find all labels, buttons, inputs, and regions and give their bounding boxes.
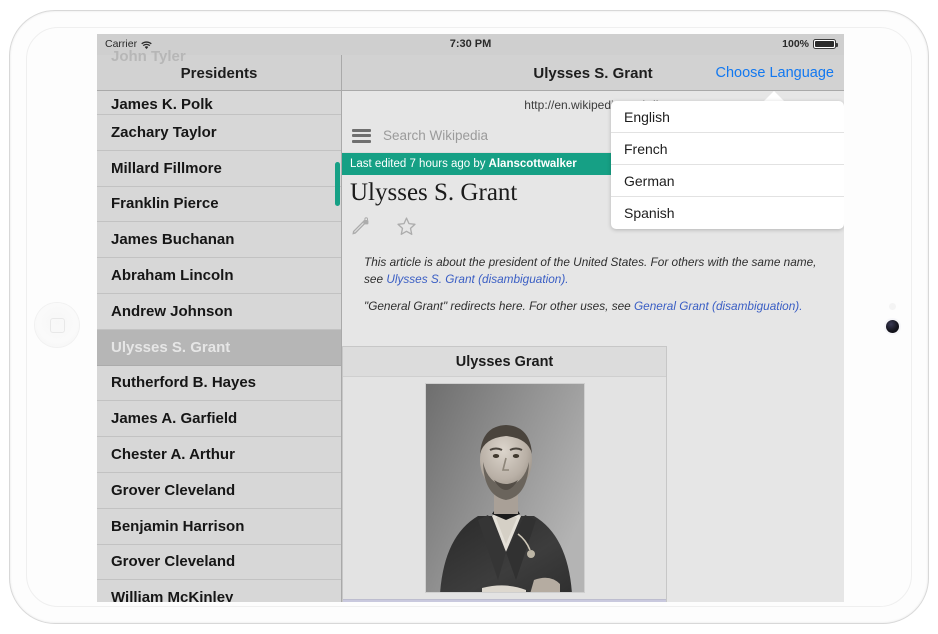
home-button-square-icon [49,317,65,333]
star-icon[interactable] [396,216,417,242]
language-option-french[interactable]: French [611,133,844,165]
hatnote-2-link[interactable]: General Grant (disambiguation). [634,299,803,313]
hatnotes: This article is about the president of t… [364,254,834,315]
list-item-label: Grover Cleveland [111,553,236,571]
list-item-label: Franklin Pierce [111,195,219,213]
language-option-spanish[interactable]: Spanish [611,197,844,229]
list-item-label: Grover Cleveland [111,481,236,499]
list-item[interactable]: Andrew Johnson [97,294,341,330]
presidents-list[interactable]: James K. Polk Zachary Taylor Millard Fil… [97,91,342,602]
home-button[interactable] [35,303,79,347]
hatnote-row: "General Grant" redirects here. For othe… [364,298,834,315]
last-edited-username[interactable]: Alanscottwalker [489,158,577,170]
list-item-label: James K. Polk [111,96,213,113]
hatnote-1-link[interactable]: Ulysses S. Grant (disambiguation). [386,272,568,286]
master-nav-bar: John Tyler Presidents [97,48,342,91]
list-item-selected[interactable]: Ulysses S. Grant [97,329,341,366]
list-item-label: Zachary Taylor [111,123,217,141]
search-input[interactable]: Search Wikipedia [383,128,488,143]
list-item[interactable]: William McKinley [97,580,341,602]
language-option-label: German [624,172,675,189]
list-item-label: Abraham Lincoln [111,267,234,285]
list-item[interactable]: Grover Cleveland [97,473,341,509]
list-item-label: James Buchanan [111,231,235,249]
language-option-english[interactable]: English [611,101,844,133]
list-item-label: Rutherford B. Hayes [111,374,257,392]
status-bar-time: 7:30 PM [449,38,492,50]
front-camera [886,320,899,333]
list-item[interactable]: Grover Cleveland [97,545,341,581]
list-item[interactable]: James Buchanan [97,222,341,259]
scroll-ghost-row-label: John Tyler [111,48,186,65]
list-item-label: Millard Fillmore [111,159,222,177]
ambient-light-sensor [889,303,896,310]
hamburger-menu-icon[interactable] [352,128,371,143]
list-item[interactable]: Abraham Lincoln [97,258,341,294]
list-item-label: Benjamin Harrison [111,517,245,535]
list-item[interactable]: James K. Polk [97,91,341,115]
infobox: Ulysses Grant [342,346,667,602]
language-option-label: Spanish [624,205,675,221]
master-list-scrollbar[interactable] [335,162,340,206]
ipad-screen: Carrier 7:30 PM 100% John Tyler Presiden… [97,34,844,602]
status-bar: Carrier 7:30 PM 100% [97,34,844,55]
list-item-label: Andrew Johnson [111,302,233,320]
list-item[interactable]: Chester A. Arthur [97,437,341,473]
navigation-bar: John Tyler Presidents Ulysses S. Grant C… [97,48,844,91]
list-item[interactable]: Zachary Taylor [97,115,341,151]
last-edited-text: Last edited 7 hours ago by [350,158,486,170]
infobox-image-cell [343,377,666,599]
infobox-caption: 18th President of the United States [343,599,666,602]
list-item[interactable]: Rutherford B. Hayes [97,366,341,402]
list-item[interactable]: Millard Fillmore [97,151,341,187]
battery-icon [813,39,838,49]
article-toolbar [350,216,417,242]
list-item-label: William McKinley [111,589,234,602]
detail-nav-bar: Ulysses S. Grant Choose Language [342,55,844,91]
ulysses-grant-portrait[interactable] [424,383,585,593]
article-title: Ulysses S. Grant [350,179,518,206]
choose-language-button[interactable]: Choose Language [715,55,834,91]
popover-body: English French German Spanish [611,101,844,229]
ipad-device-frame: Carrier 7:30 PM 100% John Tyler Presiden… [9,10,929,624]
page-title: Presidents [180,64,258,82]
list-item[interactable]: Benjamin Harrison [97,509,341,545]
infobox-header: Ulysses Grant [343,347,666,377]
status-bar-right: 100% [782,38,838,50]
language-option-german[interactable]: German [611,165,844,197]
language-option-label: English [624,108,670,125]
hatnote-row: This article is about the president of t… [364,254,834,288]
battery-percent-label: 100% [782,38,809,50]
pencil-lock-icon[interactable] [350,216,370,242]
list-item[interactable]: James A. Garfield [97,401,341,438]
list-item[interactable]: Franklin Pierce [97,187,341,223]
hatnote-2-text: "General Grant" redirects here. For othe… [364,299,634,314]
list-item-label: James A. Garfield [111,410,238,428]
list-item-label: Ulysses S. Grant [111,338,231,356]
list-item-label: Chester A. Arthur [111,446,235,464]
language-option-label: French [624,140,668,157]
